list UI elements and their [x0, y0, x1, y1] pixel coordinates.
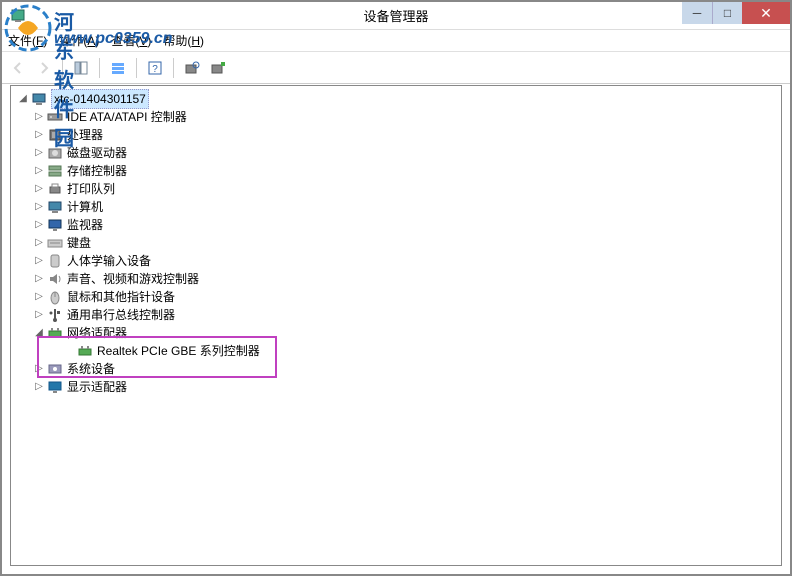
expand-icon[interactable]: ▷	[33, 111, 45, 123]
toolbar-separator	[62, 58, 63, 78]
node-label: 键盘	[67, 234, 91, 252]
expand-icon[interactable]: ▷	[33, 381, 45, 393]
expand-icon[interactable]: ▷	[33, 273, 45, 285]
expand-icon[interactable]: ▷	[33, 291, 45, 303]
node-label: 网络适配器	[67, 324, 127, 342]
node-label: 声音、视频和游戏控制器	[67, 270, 199, 288]
tree-node[interactable]: ▷ 处理器	[13, 126, 781, 144]
tree-node[interactable]: ◢ 网络适配器	[13, 324, 781, 342]
titlebar: 设备管理器 ─ □ ✕	[2, 2, 790, 30]
collapse-icon[interactable]: ◢	[33, 327, 45, 339]
scan-hardware-button[interactable]	[180, 56, 204, 80]
tree-node[interactable]: ▷ 键盘	[13, 234, 781, 252]
node-label: 鼠标和其他指针设备	[67, 288, 175, 306]
expand-icon[interactable]: ▷	[33, 183, 45, 195]
tree-node[interactable]: ▷ 通用串行总线控制器	[13, 306, 781, 324]
node-label: 处理器	[67, 126, 103, 144]
node-label: 系统设备	[67, 360, 115, 378]
usb-icon	[47, 307, 63, 323]
close-button[interactable]: ✕	[742, 2, 790, 24]
computer-icon	[31, 91, 47, 107]
storage-icon	[47, 163, 63, 179]
disk-icon	[47, 145, 63, 161]
monitor-icon	[47, 217, 63, 233]
tree-root[interactable]: ◢ xtc-01404301157	[13, 90, 781, 108]
menu-help[interactable]: 帮助(H)	[163, 32, 204, 49]
back-button[interactable]	[6, 56, 30, 80]
expand-icon[interactable]: ▷	[33, 237, 45, 249]
keyboard-icon	[47, 235, 63, 251]
tree-node[interactable]: ▷ 人体学输入设备	[13, 252, 781, 270]
expand-icon[interactable]: ▷	[33, 309, 45, 321]
menu-view[interactable]: 查看(V)	[111, 32, 151, 49]
window-title: 设备管理器	[363, 6, 428, 25]
tree-node[interactable]: ▷ 监视器	[13, 216, 781, 234]
menubar: 文件(F) 操作(A) 查看(V) 帮助(H)	[2, 30, 790, 52]
tree-node[interactable]: ▷ 打印队列	[13, 180, 781, 198]
node-label: 磁盘驱动器	[67, 144, 127, 162]
tree-node[interactable]: ▷ 计算机	[13, 198, 781, 216]
tree-node[interactable]: ▷ 声音、视频和游戏控制器	[13, 270, 781, 288]
toolbar-separator	[136, 58, 137, 78]
expand-icon[interactable]: ▷	[33, 201, 45, 213]
minimize-button[interactable]: ─	[682, 2, 712, 24]
node-label: 监视器	[67, 216, 103, 234]
node-label: 人体学输入设备	[67, 252, 151, 270]
node-label: Realtek PCIe GBE 系列控制器	[97, 342, 260, 360]
expand-icon[interactable]: ▷	[33, 219, 45, 231]
hid-icon	[47, 253, 63, 269]
forward-button[interactable]	[32, 56, 56, 80]
menu-action[interactable]: 操作(A)	[59, 32, 99, 49]
app-icon	[10, 8, 26, 24]
window-controls: ─ □ ✕	[682, 2, 790, 24]
ide-icon	[47, 109, 63, 125]
node-label: 存储控制器	[67, 162, 127, 180]
node-label: 通用串行总线控制器	[67, 306, 175, 324]
system-icon	[47, 361, 63, 377]
node-label: 显示适配器	[67, 378, 127, 396]
display-icon	[47, 379, 63, 395]
collapse-icon[interactable]: ◢	[17, 93, 29, 105]
tree-node[interactable]: ▷ 存储控制器	[13, 162, 781, 180]
toolbar: ?	[2, 52, 790, 84]
svg-text:?: ?	[152, 64, 158, 75]
mouse-icon	[47, 289, 63, 305]
expand-icon[interactable]: ▷	[33, 363, 45, 375]
node-label: xtc-01404301157	[51, 89, 149, 109]
tree-panel: ◢ xtc-01404301157 ▷ IDE ATA/ATAPI 控制器 ▷ 处理器 ▷ 磁…	[10, 85, 782, 566]
printer-icon	[47, 181, 63, 197]
tree-node[interactable]: ▷ 系统设备	[13, 360, 781, 378]
tree-node[interactable]: ▷ 显示适配器	[13, 378, 781, 396]
node-label: 计算机	[67, 198, 103, 216]
node-label: 打印队列	[67, 180, 115, 198]
toolbar-separator	[173, 58, 174, 78]
toolbar-separator	[99, 58, 100, 78]
computer-icon	[47, 199, 63, 215]
add-legacy-hardware-button[interactable]	[206, 56, 230, 80]
show-hide-tree-button[interactable]	[69, 56, 93, 80]
tree-node[interactable]: ▷ 磁盘驱动器	[13, 144, 781, 162]
menu-file[interactable]: 文件(F)	[8, 32, 47, 49]
network-icon	[77, 343, 93, 359]
node-label: IDE ATA/ATAPI 控制器	[67, 108, 187, 126]
help-button[interactable]: ?	[143, 56, 167, 80]
maximize-button[interactable]: □	[712, 2, 742, 24]
expand-icon[interactable]: ▷	[33, 165, 45, 177]
expand-icon[interactable]: ▷	[33, 129, 45, 141]
expand-icon[interactable]: ▷	[33, 147, 45, 159]
tree-node[interactable]: ▷ IDE ATA/ATAPI 控制器	[13, 108, 781, 126]
expand-icon[interactable]: ▷	[33, 255, 45, 267]
network-icon	[47, 325, 63, 341]
properties-button[interactable]	[106, 56, 130, 80]
audio-icon	[47, 271, 63, 287]
tree-node[interactable]: ▷ 鼠标和其他指针设备	[13, 288, 781, 306]
cpu-icon	[47, 127, 63, 143]
tree-leaf[interactable]: Realtek PCIe GBE 系列控制器	[13, 342, 781, 360]
